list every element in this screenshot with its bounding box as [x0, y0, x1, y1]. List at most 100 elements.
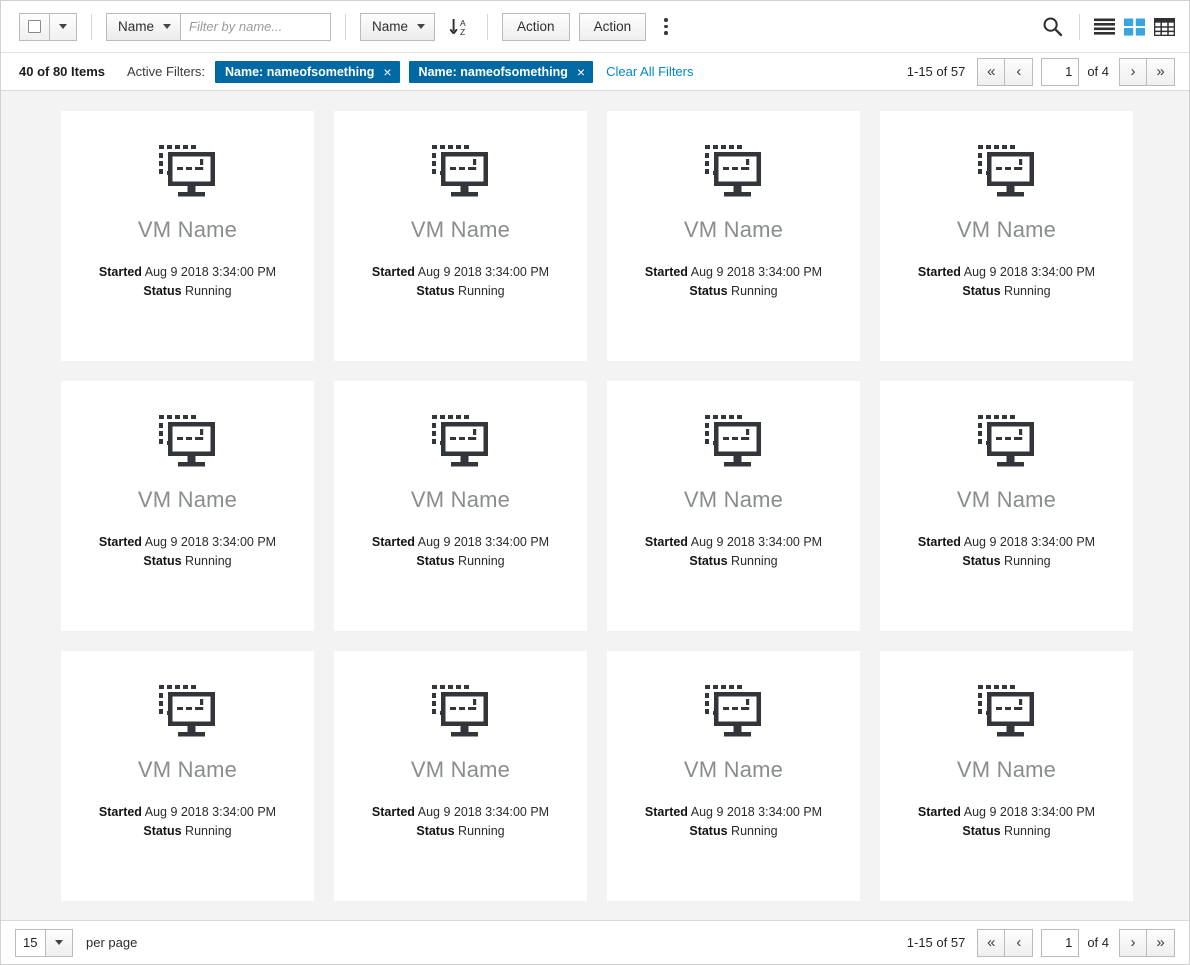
vm-card-started-row: Started Aug 9 2018 3:34:00 PM: [918, 533, 1095, 552]
vm-card-meta: Started Aug 9 2018 3:34:00 PM Status Run…: [372, 263, 549, 301]
action-button-1[interactable]: Action: [502, 12, 570, 41]
status-label: Status: [143, 823, 182, 838]
per-page-dropdown-toggle[interactable]: [45, 928, 73, 957]
vm-card-title: VM Name: [683, 487, 784, 512]
status-label: Status: [143, 283, 182, 298]
select-all-checkbox-part[interactable]: [19, 12, 49, 41]
toolbar: Name Name A Z Action Act: [1, 1, 1189, 53]
virtual-machine-icon: [158, 415, 215, 467]
vm-card[interactable]: VM Name Started Aug 9 2018 3:34:00 PM St…: [61, 111, 314, 361]
started-label: Started: [917, 265, 961, 279]
vm-card[interactable]: VM Name Started Aug 9 2018 3:34:00 PM St…: [880, 651, 1133, 901]
vm-card[interactable]: VM Name Started Aug 9 2018 3:34:00 PM St…: [334, 651, 587, 901]
prev-page-button[interactable]: ‹: [1005, 928, 1034, 957]
double-chevron-right-icon: »: [1156, 63, 1165, 80]
filter-chip[interactable]: Name: nameofsomething ×: [408, 60, 594, 83]
vm-card-meta: Started Aug 9 2018 3:34:00 PM Status Run…: [99, 803, 276, 841]
virtual-machine-icon: [977, 145, 1034, 197]
card-view-icon[interactable]: [1124, 18, 1145, 36]
vm-card[interactable]: VM Name Started Aug 9 2018 3:34:00 PM St…: [61, 381, 314, 631]
vm-card[interactable]: VM Name Started Aug 9 2018 3:34:00 PM St…: [607, 111, 860, 361]
vm-card-started-row: Started Aug 9 2018 3:34:00 PM: [918, 803, 1095, 822]
next-page-button[interactable]: ›: [1119, 928, 1147, 957]
vm-card[interactable]: VM Name Started Aug 9 2018 3:34:00 PM St…: [880, 111, 1133, 361]
vm-card[interactable]: VM Name Started Aug 9 2018 3:34:00 PM St…: [334, 381, 587, 631]
filter-field-dropdown[interactable]: Name: [106, 12, 182, 41]
next-page-button[interactable]: ›: [1119, 57, 1147, 86]
status-value: Running: [1004, 283, 1051, 298]
filter-input[interactable]: [181, 12, 332, 41]
vm-card-status-row: Status Running: [99, 552, 276, 571]
search-button[interactable]: [1042, 16, 1063, 37]
footer-bar: 15 per page 1-15 of 57 « ‹ of 4 ›: [1, 920, 1189, 964]
pagination-range: 1-15 of 57: [906, 64, 966, 79]
filter-field-label: Name: [118, 19, 155, 34]
started-label: Started: [371, 265, 415, 279]
checkbox-icon[interactable]: [28, 20, 41, 33]
vm-card[interactable]: VM Name Started Aug 9 2018 3:34:00 PM St…: [334, 111, 587, 361]
per-page-select[interactable]: 15: [15, 928, 73, 957]
vm-card-status-row: Status Running: [645, 282, 822, 301]
filter-chip-label: Name: nameofsomething: [225, 64, 375, 79]
clear-all-filters-link[interactable]: Clear All Filters: [606, 64, 693, 79]
select-all-split-button[interactable]: [19, 12, 77, 41]
first-page-button[interactable]: «: [977, 928, 1006, 957]
status-value: Running: [185, 823, 232, 838]
action-button-2[interactable]: Action: [578, 12, 647, 41]
started-label: Started: [644, 535, 688, 549]
started-value: Aug 9 2018 3:34:00 PM: [963, 535, 1096, 549]
toolbar-divider-2: [345, 13, 347, 40]
remove-filter-icon[interactable]: ×: [383, 65, 391, 79]
status-label: Status: [416, 283, 455, 298]
vm-card-status-row: Status Running: [372, 552, 549, 571]
vm-card-started-row: Started Aug 9 2018 3:34:00 PM: [372, 803, 549, 822]
started-value: Aug 9 2018 3:34:00 PM: [690, 265, 823, 279]
page-number-input[interactable]: [1041, 928, 1080, 957]
select-all-dropdown-toggle[interactable]: [49, 12, 77, 41]
status-label: Status: [143, 553, 182, 568]
total-pages-label: of 4: [1087, 64, 1109, 79]
last-page-button[interactable]: »: [1147, 57, 1175, 86]
vm-card-meta: Started Aug 9 2018 3:34:00 PM Status Run…: [645, 533, 822, 571]
virtual-machine-icon: [158, 145, 215, 197]
kebab-menu-icon[interactable]: [655, 13, 677, 41]
vm-card[interactable]: VM Name Started Aug 9 2018 3:34:00 PM St…: [61, 651, 314, 901]
virtual-machine-icon: [704, 145, 761, 197]
filter-group: Name: [106, 12, 332, 41]
vm-card[interactable]: VM Name Started Aug 9 2018 3:34:00 PM St…: [607, 651, 860, 901]
active-filters-label: Active Filters:: [127, 64, 206, 79]
vm-card-meta: Started Aug 9 2018 3:34:00 PM Status Run…: [645, 803, 822, 841]
sort-field-dropdown[interactable]: Name: [360, 12, 436, 41]
started-value: Aug 9 2018 3:34:00 PM: [144, 805, 277, 819]
status-value: Running: [185, 553, 232, 568]
vm-card-status-row: Status Running: [372, 822, 549, 841]
started-label: Started: [98, 805, 142, 819]
table-view-icon[interactable]: [1154, 17, 1175, 36]
page-number-input[interactable]: [1041, 57, 1080, 86]
prev-page-button[interactable]: ‹: [1005, 57, 1034, 86]
sort-direction-button[interactable]: A Z: [447, 13, 473, 41]
started-label: Started: [917, 535, 961, 549]
last-page-button[interactable]: »: [1147, 928, 1175, 957]
started-label: Started: [371, 535, 415, 549]
virtual-machine-icon: [704, 685, 761, 737]
first-page-button[interactable]: «: [977, 57, 1006, 86]
vm-card-meta: Started Aug 9 2018 3:34:00 PM Status Run…: [918, 533, 1095, 571]
search-icon: [1043, 17, 1063, 37]
filter-chip[interactable]: Name: nameofsomething ×: [215, 60, 400, 83]
chevron-right-icon: ›: [1130, 63, 1136, 80]
started-value: Aug 9 2018 3:34:00 PM: [417, 535, 550, 549]
status-label: Status: [689, 283, 728, 298]
vm-card-meta: Started Aug 9 2018 3:34:00 PM Status Run…: [99, 263, 276, 301]
vm-card-started-row: Started Aug 9 2018 3:34:00 PM: [645, 803, 822, 822]
started-value: Aug 9 2018 3:34:00 PM: [144, 265, 277, 279]
vm-card-meta: Started Aug 9 2018 3:34:00 PM Status Run…: [645, 263, 822, 301]
vm-card[interactable]: VM Name Started Aug 9 2018 3:34:00 PM St…: [880, 381, 1133, 631]
started-label: Started: [371, 805, 415, 819]
vm-card-status-row: Status Running: [645, 822, 822, 841]
vm-card[interactable]: VM Name Started Aug 9 2018 3:34:00 PM St…: [607, 381, 860, 631]
started-label: Started: [98, 265, 142, 279]
chevron-left-icon: ‹: [1016, 934, 1022, 951]
remove-filter-icon[interactable]: ×: [577, 65, 585, 79]
list-view-icon[interactable]: [1094, 18, 1115, 36]
